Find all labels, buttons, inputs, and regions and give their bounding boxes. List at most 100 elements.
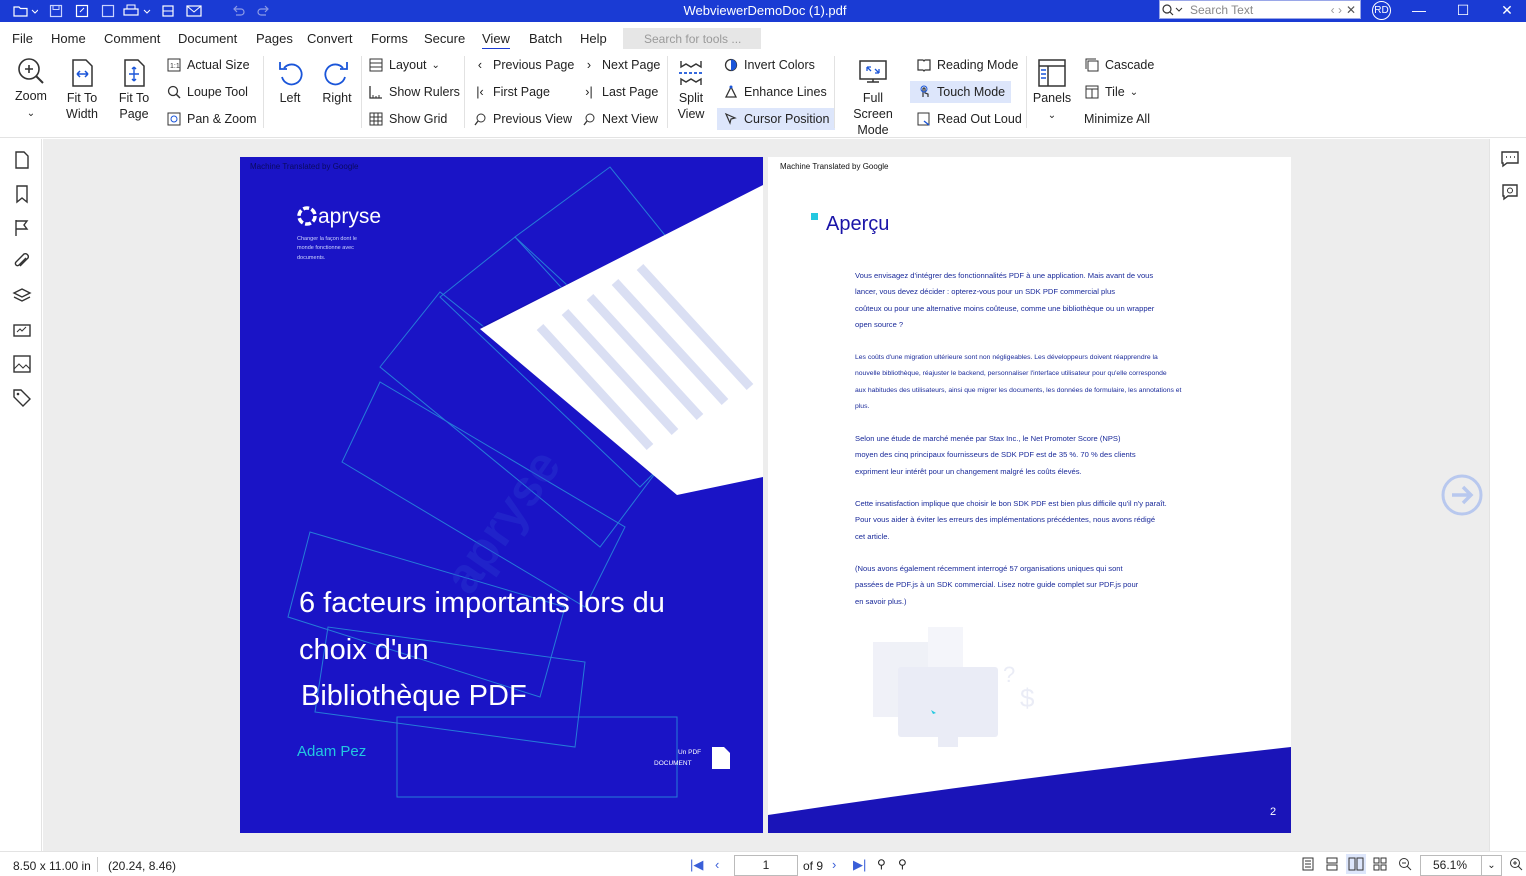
zoom-button[interactable]: Zoom ⌄	[10, 56, 52, 122]
next-page-arrow-icon[interactable]	[1440, 473, 1484, 517]
zoom-in-icon[interactable]	[1509, 857, 1523, 871]
close-window-button[interactable]: ✕	[1485, 0, 1526, 22]
signature-icon[interactable]	[12, 320, 32, 340]
layout-label: Layout	[389, 58, 427, 72]
pan-zoom-label: Pan & Zoom	[187, 112, 257, 126]
tag-icon[interactable]	[12, 388, 32, 408]
search-close-icon[interactable]: ✕	[1346, 3, 1356, 17]
document-canvas[interactable]: apryse apryse Changer la façon dont le m…	[43, 139, 1489, 851]
ai-assistant-icon[interactable]	[1500, 182, 1520, 202]
fit-to-page-button[interactable]: Fit To Page	[112, 58, 156, 122]
redo-icon[interactable]	[254, 2, 274, 20]
menu-secure[interactable]: Secure	[424, 31, 465, 46]
pan-zoom-icon	[166, 111, 182, 127]
email-icon[interactable]	[184, 2, 204, 20]
menu-convert[interactable]: Convert	[307, 31, 353, 46]
svg-text:1:1: 1:1	[170, 63, 180, 70]
window-title: WebviewerDemoDoc (1).pdf	[683, 3, 847, 18]
open-folder-icon[interactable]	[10, 2, 40, 20]
first-page-button[interactable]: |‹ First Page	[472, 81, 550, 103]
last-page-nav-icon[interactable]: ▶|	[853, 857, 866, 873]
right-panel-tabs	[1489, 139, 1526, 851]
cursor-position-button[interactable]: Cursor Position	[717, 108, 836, 130]
next-view-button[interactable]: Next View	[581, 108, 658, 130]
flag-icon[interactable]	[12, 218, 32, 238]
menu-document[interactable]: Document	[178, 31, 237, 46]
search-text-field[interactable]: Search Text ‹ › ✕	[1159, 0, 1361, 19]
previous-page-nav-icon[interactable]: ‹	[715, 857, 719, 872]
continuous-view-icon[interactable]	[1325, 857, 1339, 871]
previous-page-button[interactable]: ‹ Previous Page	[472, 54, 574, 76]
menu-file[interactable]: File	[12, 31, 33, 46]
pan-zoom-button[interactable]: Pan & Zoom	[166, 108, 256, 130]
show-grid-button[interactable]: Show Grid	[368, 108, 447, 130]
reading-mode-button[interactable]: Reading Mode	[916, 54, 1018, 76]
zoom-level-select[interactable]: 56.1% ⌄	[1420, 855, 1502, 876]
fit-to-width-button[interactable]: Fit To Width	[60, 58, 104, 122]
minimize-window-button[interactable]: —	[1397, 0, 1441, 22]
split-view-button[interactable]: Split View	[672, 58, 710, 122]
actual-size-button[interactable]: 1:1 Actual Size	[166, 54, 250, 76]
search-prev-next-icon[interactable]: ‹ ›	[1331, 3, 1342, 17]
full-screen-label-1: Full Screen	[853, 91, 893, 121]
menu-pages[interactable]: Pages	[256, 31, 293, 46]
cover-title-line-3: Bibliothèque PDF	[301, 680, 527, 712]
show-rulers-button[interactable]: Show Rulers	[368, 81, 460, 103]
chevron-down-icon[interactable]: ⌄	[1481, 856, 1501, 875]
first-page-nav-icon[interactable]: |◀	[690, 857, 703, 873]
zoom-out-icon[interactable]	[1398, 857, 1412, 871]
menu-home[interactable]: Home	[51, 31, 86, 46]
menu-comment[interactable]: Comment	[104, 31, 160, 46]
next-page-button[interactable]: › Next Page	[581, 54, 660, 76]
print-icon[interactable]	[122, 2, 152, 20]
image-icon[interactable]	[12, 354, 32, 374]
save-all-icon[interactable]	[98, 2, 118, 20]
panels-button[interactable]: Panels ⌄	[1032, 58, 1072, 124]
chevron-right-icon: ›	[586, 58, 592, 72]
maximize-window-button[interactable]: ☐	[1441, 0, 1485, 22]
undo-icon[interactable]	[228, 2, 248, 20]
tile-button[interactable]: Tile ⌄	[1084, 81, 1138, 103]
save-icon[interactable]	[46, 2, 66, 20]
save-as-icon[interactable]	[72, 2, 92, 20]
full-screen-mode-button[interactable]: Full Screen Mode	[842, 58, 904, 138]
enhance-lines-button[interactable]: Enhance Lines	[723, 81, 827, 103]
fit-to-page-icon	[124, 59, 145, 87]
menu-forms[interactable]: Forms	[371, 31, 408, 46]
facing-continuous-view-icon[interactable]	[1373, 857, 1387, 871]
read-out-loud-icon	[916, 111, 932, 127]
current-page-input[interactable]: 1	[734, 855, 798, 876]
tool-search-input[interactable]: Search for tools ...	[623, 28, 761, 49]
last-page-button[interactable]: ›| Last Page	[581, 81, 658, 103]
pages-thumbnail-icon[interactable]	[12, 150, 32, 170]
single-page-view-icon[interactable]	[1301, 857, 1315, 871]
attachment-icon[interactable]	[12, 252, 32, 272]
rotate-left-icon	[279, 62, 303, 86]
layers-icon[interactable]	[12, 286, 32, 306]
cursor-position-label: Cursor Position	[744, 112, 830, 126]
next-page-nav-icon[interactable]: ›	[832, 857, 836, 872]
ribbon-separator	[834, 56, 835, 128]
cascade-button[interactable]: Cascade	[1084, 54, 1154, 76]
layout-button[interactable]: Layout ⌄	[368, 54, 440, 76]
rotate-right-button[interactable]: Right	[318, 58, 356, 106]
previous-view-nav-icon[interactable]: ⚲	[877, 857, 886, 871]
touch-mode-button[interactable]: Touch Mode	[910, 81, 1012, 103]
menu-help[interactable]: Help	[580, 31, 607, 46]
next-view-nav-icon[interactable]: ⚲	[898, 857, 907, 871]
rotate-left-button[interactable]: Left	[272, 58, 308, 106]
loupe-tool-button[interactable]: Loupe Tool	[166, 81, 248, 103]
bookmark-icon[interactable]	[12, 184, 32, 204]
read-out-loud-button[interactable]: Read Out Loud	[916, 108, 1022, 130]
minimize-all-button[interactable]: Minimize All	[1084, 108, 1150, 130]
facing-view-icon[interactable]	[1346, 854, 1366, 874]
invert-colors-button[interactable]: Invert Colors	[723, 54, 815, 76]
next-view-label: Next View	[602, 112, 659, 126]
previous-page-label: Previous Page	[493, 58, 575, 72]
menu-view[interactable]: View	[482, 31, 510, 49]
comments-icon[interactable]	[1500, 149, 1520, 169]
previous-view-button[interactable]: Previous View	[472, 108, 572, 130]
user-avatar[interactable]: RD	[1372, 1, 1391, 20]
scan-icon[interactable]	[158, 2, 178, 20]
menu-batch[interactable]: Batch	[529, 31, 562, 46]
